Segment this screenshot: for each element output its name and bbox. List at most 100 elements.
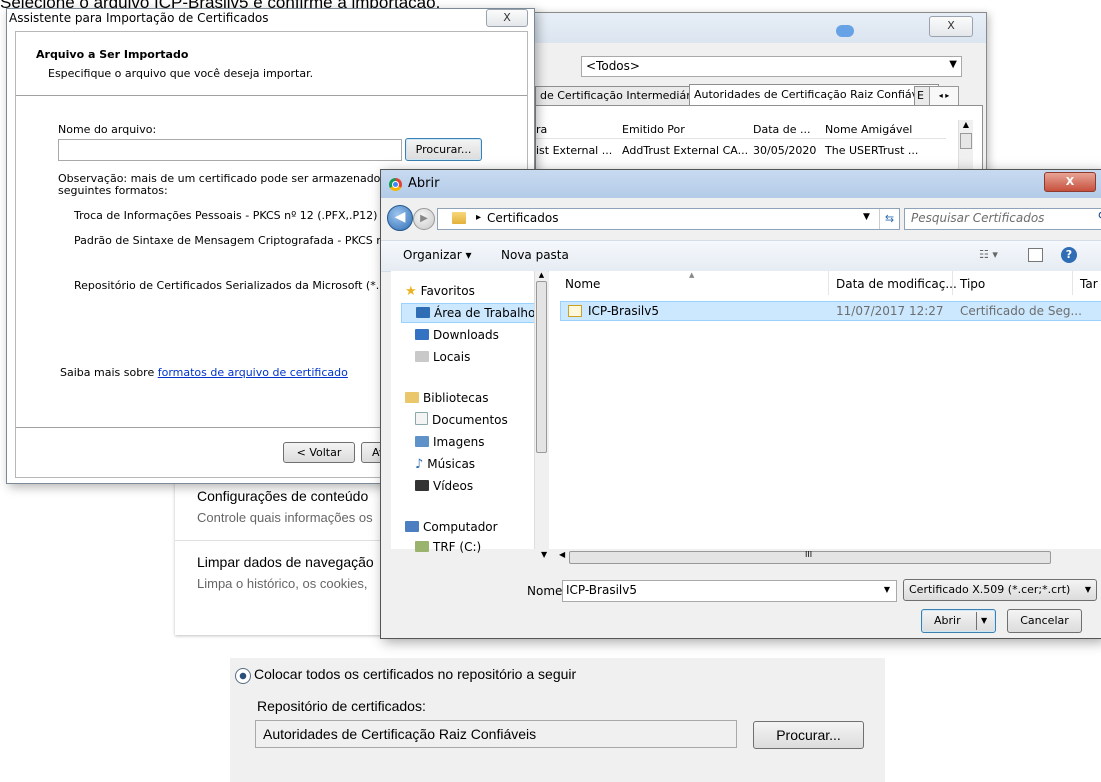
cert-manager-titlebar xyxy=(531,13,986,43)
col-friendly-name[interactable]: Nome Amigável xyxy=(825,123,912,136)
chevron-down-icon[interactable]: ▼ xyxy=(981,610,987,632)
store-radio[interactable] xyxy=(235,668,251,684)
certificate-store-panel: Colocar todos os certificados no reposit… xyxy=(230,658,885,782)
col-name[interactable]: Nome xyxy=(565,277,600,291)
cert-row-expiration[interactable]: 30/05/2020 xyxy=(753,144,816,157)
nav-computer[interactable]: Computador xyxy=(405,517,498,537)
view-options-icon[interactable]: ☷ ▾ xyxy=(979,248,998,261)
certificate-file-icon xyxy=(568,305,582,317)
cert-row-friendly-name[interactable]: The USERTrust ... xyxy=(825,144,918,157)
nav-drive-label: TRF (C:) xyxy=(433,540,482,554)
nav-music[interactable]: ♪ Músicas xyxy=(415,454,475,474)
nav-desktop[interactable]: Área de Trabalho xyxy=(401,303,535,323)
nav-music-label: Músicas xyxy=(427,457,476,471)
forward-arrow-icon[interactable]: ▶ xyxy=(413,208,435,230)
store-browse-button[interactable]: Procurar... xyxy=(753,721,864,749)
col-type[interactable]: Tipo xyxy=(960,277,985,291)
folder-icon xyxy=(452,212,466,224)
nav-drive-c[interactable]: TRF (C:) xyxy=(415,537,481,557)
settings-clear-title[interactable]: Limpar dados de navegação xyxy=(197,554,374,570)
hscroll-grip: III xyxy=(805,550,813,559)
purpose-select[interactable]: <Todos> ▼ xyxy=(581,56,962,77)
music-icon: ♪ xyxy=(415,457,424,472)
scroll-down-icon[interactable]: ▼ xyxy=(541,550,547,559)
nav-downloads-label: Downloads xyxy=(433,328,499,342)
col-issued-by[interactable]: Emitido Por xyxy=(622,123,685,136)
search-icon[interactable]: ⚲ xyxy=(1097,210,1101,225)
learn-more-text: Saiba mais sobre formatos de arquivo de … xyxy=(60,366,348,379)
filename-combobox[interactable]: ICP-Brasilv5 ▼ xyxy=(562,580,897,602)
nav-favorites[interactable]: ★ Favoritos xyxy=(405,281,475,301)
chevron-down-icon[interactable]: ▼ xyxy=(884,585,890,594)
store-radio-label[interactable]: Colocar todos os certificados no reposit… xyxy=(254,666,576,682)
back-arrow-icon[interactable]: ◀ xyxy=(387,205,413,231)
col-size[interactable]: Tar xyxy=(1080,277,1098,291)
tab-intermediate-ca[interactable]: de Certificação Intermediárias xyxy=(535,86,712,106)
wizard-close-button[interactable]: X xyxy=(486,9,528,27)
scroll-left-icon[interactable]: ◀ xyxy=(559,550,565,559)
settings-content-title[interactable]: Configurações de conteúdo xyxy=(197,488,368,504)
col-date[interactable]: Data de modificaç... xyxy=(836,277,957,291)
navigation-scrollbar[interactable]: ▲ xyxy=(534,271,548,549)
tab-trusted-root-ca[interactable]: Autoridades de Certificação Raiz Confiáv… xyxy=(689,84,939,106)
chevron-down-icon[interactable]: ▼ xyxy=(863,212,870,222)
address-bar[interactable]: ▸ Certificados ▼ ⇆ xyxy=(437,208,900,230)
col-expiration[interactable]: Data de ... xyxy=(753,123,811,136)
open-dialog-title: Abrir xyxy=(408,176,440,191)
search-input[interactable]: Pesquisar Certificados ⚲ xyxy=(904,208,1101,230)
settings-page: Configurações de conteúdo Controle quais… xyxy=(175,470,385,635)
filename-input[interactable] xyxy=(58,139,402,161)
col-divider xyxy=(1072,271,1073,295)
nav-images-label: Imagens xyxy=(433,435,485,449)
store-value: Autoridades de Certificação Raiz Confiáv… xyxy=(263,726,537,742)
cert-row-issued-to[interactable]: ist External ... xyxy=(536,144,612,157)
file-row-selected[interactable]: ICP-Brasilv5 11/07/2017 12:27 Certificad… xyxy=(560,301,1101,321)
learn-more-link[interactable]: formatos de arquivo de certificado xyxy=(158,366,348,379)
nav-videos[interactable]: Vídeos xyxy=(415,476,473,496)
col-divider xyxy=(952,271,953,295)
chevron-down-icon: ▼ xyxy=(1084,585,1091,594)
file-date: 11/07/2017 12:27 xyxy=(836,304,944,318)
wizard-title: Assistente para Importação de Certificad… xyxy=(9,11,269,25)
open-button-label: Abrir xyxy=(934,614,961,627)
breadcrumb[interactable]: Certificados xyxy=(487,211,558,225)
browse-button[interactable]: Procurar... xyxy=(405,138,482,161)
organize-button[interactable]: Organizar ▾ xyxy=(403,248,472,262)
back-button[interactable]: < Voltar xyxy=(283,442,355,463)
nav-documents[interactable]: Documentos xyxy=(415,410,508,430)
file-type: Certificado de Seg... xyxy=(960,304,1082,318)
new-folder-button[interactable]: Nova pasta xyxy=(501,248,569,262)
help-icon[interactable]: ? xyxy=(1061,247,1077,263)
preview-pane-icon[interactable] xyxy=(1028,248,1043,262)
tab-scroll-arrows[interactable]: ◂ ▸ xyxy=(929,86,959,106)
refresh-icon[interactable]: ⇆ xyxy=(879,209,899,229)
nav-places[interactable]: Locais xyxy=(415,347,470,367)
format-note-line2: seguintes formatos: xyxy=(58,184,168,197)
drive-icon xyxy=(415,541,429,552)
cert-manager-close-button[interactable]: X xyxy=(929,16,973,37)
star-icon: ★ xyxy=(405,284,417,299)
settings-clear-desc: Limpa o histórico, os cookies, xyxy=(197,576,368,591)
tab-overflow[interactable]: E xyxy=(914,86,930,106)
nav-favorites-label: Favoritos xyxy=(420,284,475,298)
filename-label: Nome do arquivo: xyxy=(58,123,157,136)
cancel-button[interactable]: Cancelar xyxy=(1007,609,1082,633)
cert-row-issued-by[interactable]: AddTrust External CA... xyxy=(622,144,748,157)
open-dialog-close-button[interactable]: X xyxy=(1044,172,1096,192)
computer-icon xyxy=(405,521,419,532)
file-name: ICP-Brasilv5 xyxy=(588,304,659,318)
file-list-hscrollbar[interactable]: ▼ ◀ III xyxy=(541,549,1056,565)
filename-label: Nome: xyxy=(527,584,567,598)
nav-libraries[interactable]: Bibliotecas xyxy=(405,388,488,408)
open-button[interactable]: Abrir ▼ xyxy=(921,609,996,633)
breadcrumb-chevron-icon: ▸ xyxy=(476,212,482,223)
chrome-icon xyxy=(389,178,402,191)
libraries-icon xyxy=(405,392,419,403)
split-divider xyxy=(976,612,977,630)
nav-videos-label: Vídeos xyxy=(433,479,474,493)
col-issued-to[interactable]: ra xyxy=(536,123,547,136)
nav-places-label: Locais xyxy=(433,350,471,364)
filetype-select[interactable]: Certificado X.509 (*.cer;*.crt) ▼ xyxy=(903,579,1097,601)
nav-images[interactable]: Imagens xyxy=(415,432,484,452)
nav-downloads[interactable]: Downloads xyxy=(415,325,499,345)
